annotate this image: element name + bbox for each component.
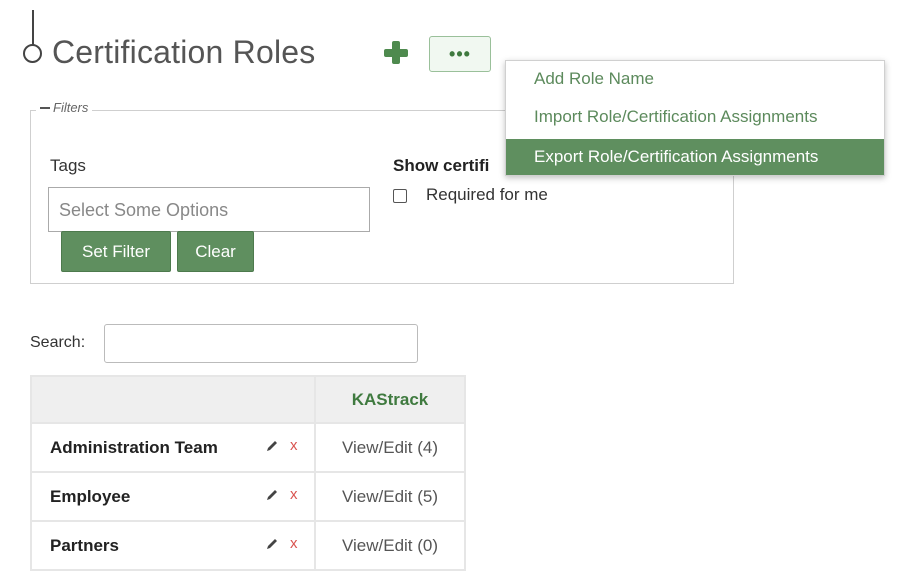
tags-placeholder: Select Some Options [59,200,229,220]
column-header-role [30,375,316,424]
table-row: Partners x View/Edit (0) [30,520,466,571]
kastrack-cell: View/Edit (4) [314,422,466,473]
search-input[interactable] [104,324,418,363]
required-for-me-label[interactable]: Required for me [426,185,548,205]
role-name: Administration Team [50,438,218,457]
add-role-plus-icon[interactable] [380,36,412,68]
page-title: Certification Roles [52,34,316,70]
tags-select[interactable]: Select Some Options [48,187,370,232]
role-name: Partners [50,536,119,555]
delete-x-icon[interactable]: x [290,535,298,552]
role-cell: Administration Team x [30,422,316,473]
menu-item-export-assignments[interactable]: Export Role/Certification Assignments [506,139,884,175]
role-cell: Partners x [30,520,316,571]
role-name: Employee [50,487,131,506]
view-edit-link[interactable]: View/Edit (5) [342,487,438,506]
clear-button[interactable]: Clear [177,231,254,272]
kastrack-cell: View/Edit (5) [314,471,466,522]
timeline-node-icon [23,44,42,63]
pencil-icon[interactable] [264,438,280,454]
view-edit-link[interactable]: View/Edit (0) [342,536,438,555]
pencil-icon[interactable] [264,536,280,552]
menu-item-import-assignments[interactable]: Import Role/Certification Assignments [506,99,884,135]
set-filter-button[interactable]: Set Filter [61,231,171,272]
kastrack-cell: View/Edit (0) [314,520,466,571]
delete-x-icon[interactable]: x [290,486,298,503]
search-label: Search: [30,334,86,351]
column-header-kastrack: KAStrack [314,375,466,424]
filters-legend-label: Filters [53,100,89,115]
view-edit-link[interactable]: View/Edit (4) [342,438,438,457]
delete-x-icon[interactable]: x [290,437,298,454]
pencil-icon[interactable] [264,487,280,503]
collapse-minus-icon [40,106,50,109]
required-for-me-checkbox[interactable] [393,189,407,203]
roles-table: KAStrack Administration Team x View/Edit… [30,375,466,571]
more-actions-button[interactable]: ••• [429,36,491,72]
table-header-row: KAStrack [30,375,466,424]
timeline-line [32,10,34,48]
table-row: Administration Team x View/Edit (4) [30,422,466,473]
tags-label: Tags [50,156,86,175]
menu-item-add-role-name[interactable]: Add Role Name [506,61,884,97]
role-cell: Employee x [30,471,316,522]
show-certifications-label: Show certifi [393,156,490,175]
filters-legend[interactable]: Filters [36,100,93,115]
more-actions-menu: Add Role Name Import Role/Certification … [505,60,885,176]
table-row: Employee x View/Edit (5) [30,471,466,522]
